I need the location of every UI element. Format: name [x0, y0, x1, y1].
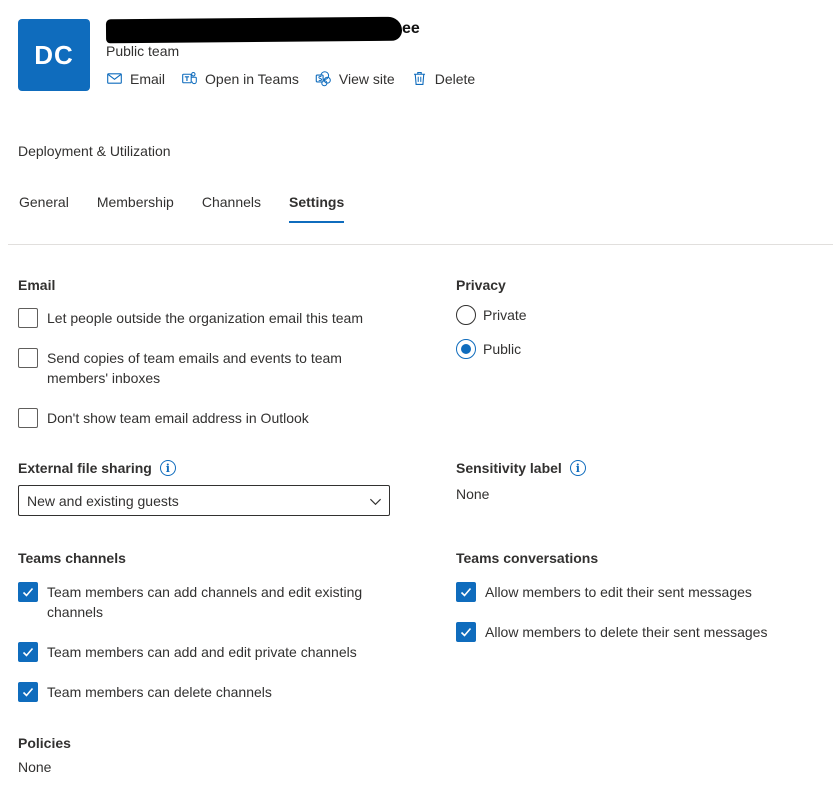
team-name: ee	[105, 16, 426, 44]
sensitivity-title-text: Sensitivity label	[456, 460, 562, 476]
external-sharing-title-text: External file sharing	[18, 460, 152, 476]
hide-address-checkbox[interactable]	[18, 408, 38, 428]
privacy-option-private: Private	[456, 305, 527, 325]
public-radio[interactable]	[456, 339, 476, 359]
teams-icon	[182, 72, 197, 85]
external-sharing-value: New and existing guests	[27, 492, 179, 509]
privacy-section-title-text: Privacy	[456, 277, 506, 293]
channel-option-add-edit: Team members can add channels and edit e…	[18, 582, 398, 622]
teams-channels-title-text: Teams channels	[18, 550, 126, 566]
delete-button[interactable]: Delete	[411, 70, 475, 87]
add-edit-channels-label: Team members can add channels and edit e…	[47, 584, 363, 620]
hide-address-label: Don't show team email address in Outlook	[47, 410, 309, 426]
send-copies-checkbox[interactable]	[18, 348, 38, 368]
email-section-title-text: Email	[18, 277, 56, 293]
edit-messages-label: Allow members to edit their sent message…	[485, 584, 752, 600]
checkmark-icon	[460, 627, 472, 637]
channel-option-private: Team members can add and edit private ch…	[18, 642, 398, 662]
conversation-option-delete: Allow members to delete their sent messa…	[456, 622, 826, 642]
team-name-visible-text: ee	[402, 20, 420, 37]
delete-messages-checkbox[interactable]	[456, 622, 476, 642]
checkmark-icon	[22, 647, 34, 657]
team-avatar: DC	[18, 19, 90, 91]
email-action-button[interactable]: Email	[106, 70, 165, 87]
edit-messages-checkbox[interactable]	[456, 582, 476, 602]
sensitivity-label-value: None	[456, 486, 490, 502]
tab-settings[interactable]: Settings	[289, 194, 345, 223]
outside-email-label: Let people outside the organization emai…	[47, 310, 363, 326]
header-actions: Email Open in Teams View site Delete	[106, 70, 475, 87]
delete-label: Delete	[434, 70, 476, 87]
send-copies-label: Send copies of team emails and events to…	[47, 350, 342, 386]
private-channels-checkbox[interactable]	[18, 642, 38, 662]
breadcrumb: Deployment & Utilization	[18, 143, 171, 159]
delete-channels-label: Team members can delete channels	[47, 684, 272, 700]
view-site-button[interactable]: View site	[315, 70, 395, 87]
teams-conversations-title: Teams conversations	[456, 550, 598, 566]
email-option-outside: Let people outside the organization emai…	[18, 308, 398, 328]
email-option-copies: Send copies of team emails and events to…	[18, 348, 368, 388]
policies-title: Policies	[18, 735, 71, 751]
tab-divider	[8, 244, 833, 245]
conversation-option-edit: Allow members to edit their sent message…	[456, 582, 826, 602]
mail-icon	[107, 73, 122, 84]
teams-conversations-title-text: Teams conversations	[456, 550, 599, 566]
redaction-bar	[105, 16, 403, 44]
policies-value: None	[18, 759, 52, 775]
private-channels-label: Team members can add and edit private ch…	[47, 644, 357, 660]
tab-bar: General Membership Channels Settings	[19, 194, 345, 223]
tab-channels[interactable]: Channels	[202, 194, 261, 223]
private-label: Private	[483, 307, 527, 323]
chevron-down-icon	[369, 498, 382, 506]
checkmark-icon	[460, 587, 472, 597]
checkmark-icon	[22, 687, 34, 697]
trash-icon	[413, 71, 425, 86]
tab-membership[interactable]: Membership	[97, 194, 174, 223]
avatar-initials: DC	[34, 39, 74, 70]
email-action-label: Email	[130, 70, 166, 87]
delete-messages-label: Allow members to delete their sent messa…	[485, 624, 768, 640]
public-label: Public	[483, 341, 522, 357]
policies-title-text: Policies	[18, 735, 71, 751]
outside-email-checkbox[interactable]	[18, 308, 38, 328]
external-sharing-dropdown[interactable]: New and existing guests	[18, 485, 390, 516]
email-section-title: Email	[18, 277, 55, 293]
view-site-label: View site	[338, 70, 395, 87]
channel-option-delete: Team members can delete channels	[18, 682, 398, 702]
email-option-hide-address: Don't show team email address in Outlook	[18, 408, 398, 428]
sharepoint-icon	[315, 71, 331, 87]
info-icon[interactable]: i	[159, 460, 176, 476]
team-type: Public team	[106, 43, 180, 59]
privacy-option-public: Public	[456, 339, 521, 359]
tab-general[interactable]: General	[19, 194, 69, 223]
delete-channels-checkbox[interactable]	[18, 682, 38, 702]
checkmark-icon	[22, 587, 34, 597]
private-radio[interactable]	[456, 305, 476, 325]
open-in-teams-button[interactable]: Open in Teams	[181, 70, 299, 87]
teams-channels-title: Teams channels	[18, 550, 126, 566]
external-sharing-title: External file sharing i	[18, 460, 176, 476]
info-icon[interactable]: i	[569, 460, 586, 476]
sensitivity-label-title: Sensitivity label i	[456, 460, 586, 476]
add-edit-channels-checkbox[interactable]	[18, 582, 38, 602]
privacy-section-title: Privacy	[456, 277, 506, 293]
open-in-teams-label: Open in Teams	[205, 70, 299, 87]
